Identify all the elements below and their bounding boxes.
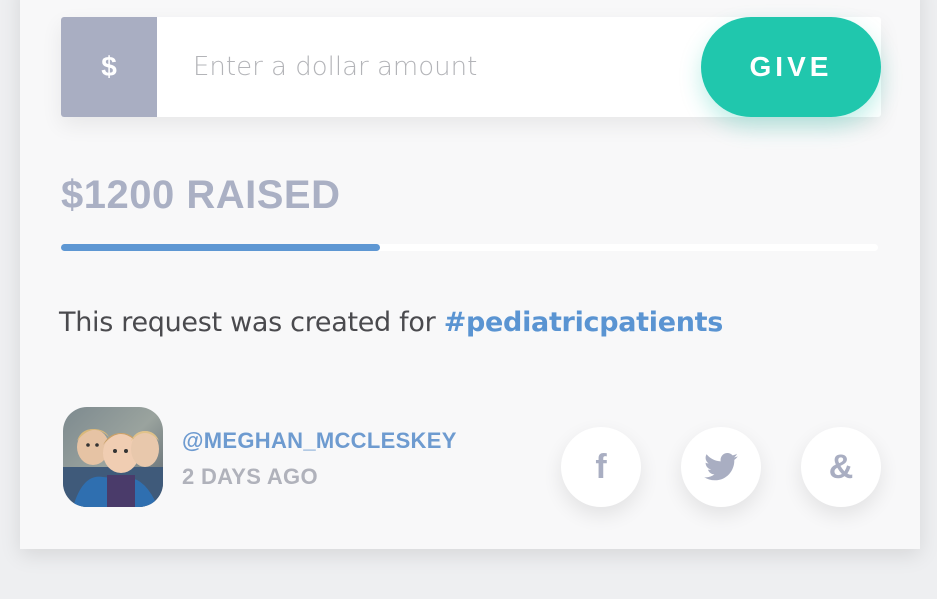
donation-card: $ GIVE $1200 RAISED This request was cre…: [20, 0, 920, 549]
hashtag-link[interactable]: #pediatricpatients: [444, 307, 724, 338]
post-timestamp: 2 DAYS AGO: [182, 464, 318, 489]
facebook-share-button[interactable]: f: [561, 427, 641, 507]
facebook-icon: f: [595, 447, 607, 486]
request-text: This request was created for: [59, 307, 444, 338]
email-share-button[interactable]: &: [801, 427, 881, 507]
progress-fill: [61, 244, 380, 251]
ampersand-icon: &: [828, 447, 854, 486]
request-description: This request was created for #pediatricp…: [59, 307, 723, 338]
amount-input[interactable]: [157, 17, 717, 117]
give-button[interactable]: GIVE: [701, 17, 881, 117]
avatar-photo: [63, 407, 163, 507]
progress-bar: [61, 244, 878, 251]
donate-row: $ GIVE: [61, 17, 881, 117]
twitter-icon: [704, 453, 738, 481]
amount-raised: $1200 RAISED: [61, 173, 341, 217]
avatar[interactable]: [63, 407, 163, 507]
twitter-share-button[interactable]: [681, 427, 761, 507]
dollar-icon: $: [61, 17, 157, 117]
author-username[interactable]: @MEGHAN_MCCLESKEY: [182, 428, 457, 454]
